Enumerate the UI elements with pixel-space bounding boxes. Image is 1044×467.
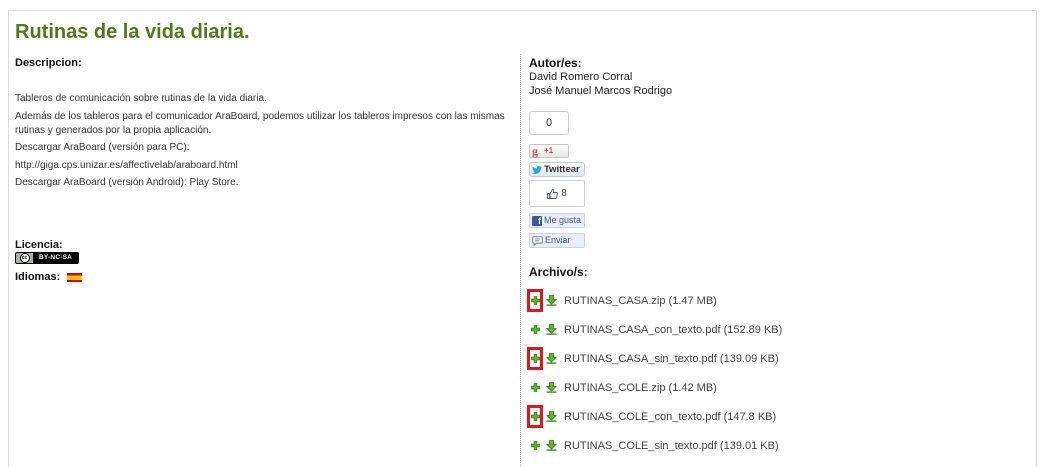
add-file-button[interactable]	[527, 376, 543, 399]
languages-heading: Idiomas:	[15, 271, 61, 283]
plus-icon	[530, 354, 540, 363]
description-paragraph: Descargar AraBoard (versión Android): Pl…	[15, 177, 239, 188]
author-name: David Romero Corral	[529, 71, 633, 83]
plus-icon	[530, 325, 540, 334]
description-body: Tableros de comunicación sobre rutinas d…	[15, 92, 505, 194]
download-button[interactable]	[546, 440, 557, 451]
file-row: RUTINAS_COLE.zip (1.42 MB)	[527, 373, 782, 402]
download-button[interactable]	[546, 295, 557, 306]
file-list: RUTINAS_CASA.zip (1.47 MB) RUTINAS_CASA_…	[527, 286, 782, 460]
download-icon	[546, 411, 557, 422]
download-icon	[546, 440, 557, 451]
description-paragraph: Además de los tableros para el comunicad…	[15, 110, 505, 136]
page-title: Rutinas de la vida diaria.	[15, 21, 250, 43]
file-link[interactable]: RUTINAS_COLE_sin_texto.pdf (139.01 KB)	[564, 439, 779, 453]
thumbs-up-icon	[547, 188, 559, 199]
file-link[interactable]: RUTINAS_COLE_con_texto.pdf (147.8 KB)	[564, 410, 776, 424]
description-heading: Descripcion:	[15, 57, 82, 69]
download-button[interactable]	[546, 324, 557, 335]
send-bubble-icon	[532, 235, 543, 246]
plus-icon	[530, 412, 540, 421]
authors-list: David Romero Corral José Manuel Marcos R…	[529, 70, 672, 98]
file-size: (1.47 MB)	[668, 294, 717, 307]
add-file-button[interactable]	[527, 434, 543, 457]
cc-license-type: BY-NC-SA	[38, 254, 73, 261]
description-paragraph: Descargar AraBoard (versión para PC):	[15, 142, 190, 153]
plus-icon	[530, 296, 540, 305]
facebook-send-button[interactable]: Enviar	[529, 233, 585, 248]
description-paragraph: Tableros de comunicación sobre rutinas d…	[15, 93, 267, 104]
gplus-one-button[interactable]: g +1	[529, 144, 569, 158]
add-file-button[interactable]	[527, 405, 543, 428]
plus-icon	[530, 383, 540, 392]
add-file-button[interactable]	[527, 289, 543, 312]
gplus-count-bubble: 0	[529, 111, 569, 135]
download-button[interactable]	[546, 382, 557, 393]
files-heading: Archivo/s:	[529, 265, 588, 279]
google-plus-icon: g	[532, 144, 538, 158]
gplus-label: +1	[544, 146, 554, 155]
facebook-like-label: Me gusta	[544, 215, 582, 225]
file-name: RUTINAS_COLE.zip	[564, 381, 666, 394]
file-link[interactable]: RUTINAS_COLE.zip (1.42 MB)	[564, 381, 717, 395]
twitter-bird-icon	[532, 165, 542, 174]
column-divider	[520, 54, 521, 467]
file-name: RUTINAS_CASA_sin_texto.pdf	[564, 352, 717, 365]
download-button[interactable]	[546, 411, 557, 422]
download-button[interactable]	[546, 353, 557, 364]
add-file-button[interactable]	[527, 318, 543, 341]
license-heading: Licencia:	[15, 239, 63, 251]
like-count-value: 8	[561, 188, 567, 199]
file-size: (139.01 KB)	[719, 439, 779, 452]
file-size: (1.42 MB)	[668, 381, 717, 394]
file-size: (152.89 KB)	[723, 323, 783, 336]
authors-heading: Autor/es:	[529, 56, 582, 70]
facebook-like-count: 8	[529, 180, 585, 207]
download-icon	[546, 382, 557, 393]
spain-flag-icon	[67, 273, 82, 282]
file-link[interactable]: RUTINAS_CASA.zip (1.47 MB)	[564, 294, 717, 308]
file-size: (139.09 KB)	[719, 352, 779, 365]
plus-icon	[530, 441, 540, 450]
tweet-label: Twittear	[544, 164, 580, 175]
file-link[interactable]: RUTINAS_CASA_con_texto.pdf (152.89 KB)	[564, 323, 782, 337]
download-icon	[546, 324, 557, 335]
download-icon	[546, 353, 557, 364]
author-name: José Manuel Marcos Rodrigo	[529, 85, 673, 97]
file-name: RUTINAS_COLE_sin_texto.pdf	[564, 439, 717, 452]
file-name: RUTINAS_CASA_con_texto.pdf	[564, 323, 721, 336]
cc-logo-area: cc	[16, 253, 33, 263]
file-row: RUTINAS_COLE_con_texto.pdf (147.8 KB)	[527, 402, 782, 431]
araboard-url-text: http://giga.cps.unizar.es/affectivelab/a…	[15, 159, 238, 171]
cc-license-badge[interactable]: cc BY-NC-SA	[15, 252, 79, 264]
download-icon	[546, 295, 557, 306]
add-file-button[interactable]	[527, 347, 543, 370]
facebook-icon: f	[532, 215, 542, 226]
facebook-send-label: Enviar	[545, 235, 571, 245]
file-size: (147.8 KB)	[723, 410, 777, 423]
file-name: RUTINAS_CASA.zip	[564, 294, 666, 307]
file-row: RUTINAS_CASA_sin_texto.pdf (139.09 KB)	[527, 344, 782, 373]
cc-logo: cc	[19, 253, 30, 263]
file-row: RUTINAS_CASA.zip (1.47 MB)	[527, 286, 782, 315]
file-row: RUTINAS_CASA_con_texto.pdf (152.89 KB)	[527, 315, 782, 344]
file-row: RUTINAS_COLE_sin_texto.pdf (139.01 KB)	[527, 431, 782, 460]
file-name: RUTINAS_COLE_con_texto.pdf	[564, 410, 721, 423]
content-panel	[8, 10, 1037, 467]
facebook-like-button[interactable]: f Me gusta	[529, 213, 585, 228]
tweet-button[interactable]: Twittear	[529, 162, 585, 177]
file-link[interactable]: RUTINAS_CASA_sin_texto.pdf (139.09 KB)	[564, 352, 779, 366]
